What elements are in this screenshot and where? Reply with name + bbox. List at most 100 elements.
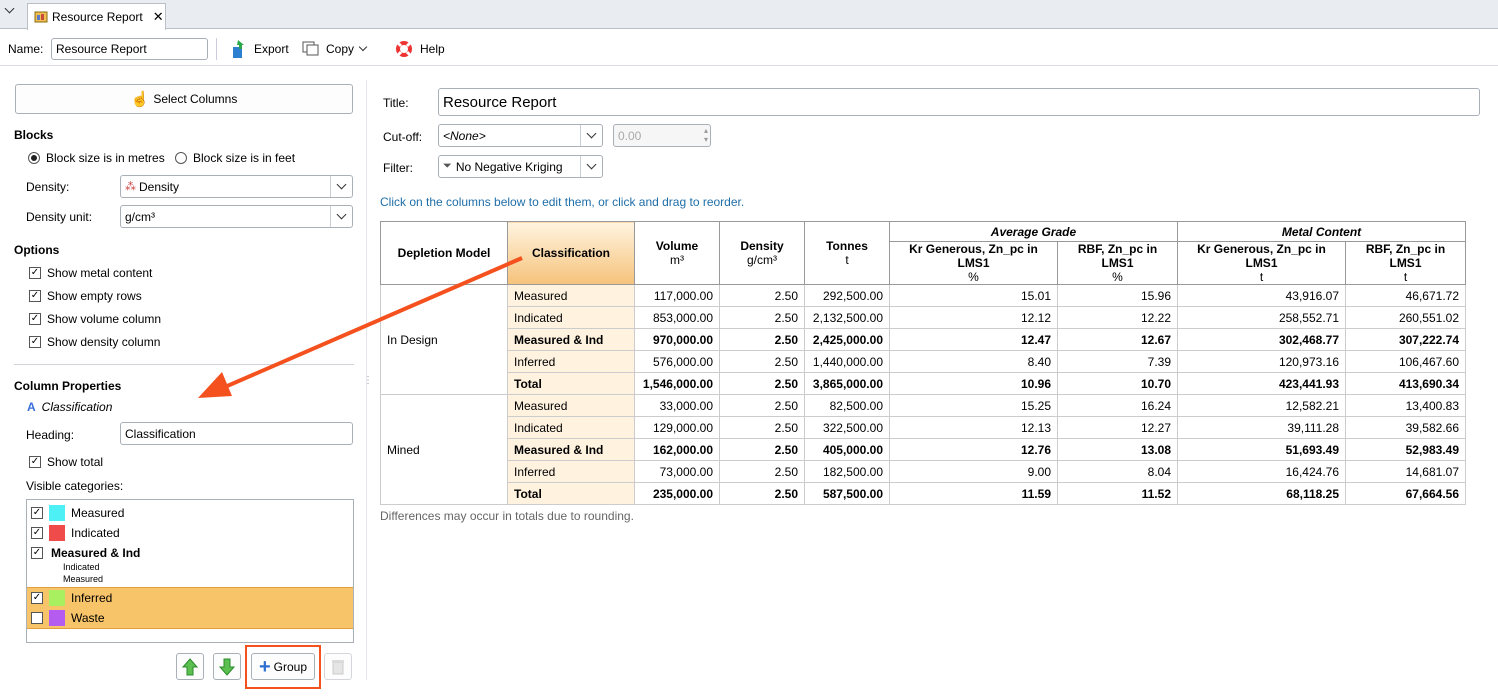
checkbox[interactable]: ✓ [29,313,41,325]
tab-resource-report[interactable]: Resource Report ✕ [27,3,166,30]
option-show-density-column[interactable]: ✓ Show density column [29,335,160,349]
option-show-empty-rows[interactable]: ✓ Show empty rows [29,289,142,303]
select-columns-button[interactable]: ☝ Select Columns [15,84,353,114]
cutoff-select[interactable]: <None> [438,124,603,147]
classification-cell: Measured [507,394,635,417]
categories-list[interactable]: ✓ Measured ✓ Indicated ✓ Measured & Ind … [26,499,354,643]
value-cell: 12.76 [889,438,1058,461]
category-label: Indicated [71,526,120,540]
value-cell: 2.50 [719,372,805,395]
value-cell: 12.22 [1057,306,1178,329]
table-row: Indicated 853,000.00 2.50 2,132,500.00 12.12… [381,306,1466,329]
value-cell: 46,671.72 [1345,284,1466,307]
checkbox[interactable]: ✓ [31,507,43,519]
report-icon [34,11,48,23]
classification-cell: Inferred [507,350,635,373]
name-input[interactable]: Resource Report [51,38,208,60]
delete-button[interactable] [324,653,352,680]
header-density[interactable]: Density g/cm³ [719,221,805,285]
list-item-measured[interactable]: ✓ Measured [31,503,124,523]
value-cell: 117,000.00 [634,284,720,307]
report-table[interactable]: Depletion Model Classification Volume m³ … [380,221,1466,505]
checkbox[interactable]: ✓ [31,592,43,604]
value-cell: 2.50 [719,460,805,483]
list-item-measured-ind-group[interactable]: ✓ Measured & Ind [31,545,140,561]
header-average-grade[interactable]: Average Grade [889,221,1178,242]
header-label: Volume [655,239,699,253]
show-total-label: Show total [47,455,104,469]
chevron-down-icon[interactable] [330,206,352,227]
chevron-down-icon[interactable] [4,3,15,14]
chevron-down-icon[interactable] [330,176,352,197]
chevron-down-icon[interactable] [580,156,602,177]
list-item-indicated[interactable]: ✓ Indicated [31,523,120,543]
cutoff-number-input[interactable]: 0.00 ▴ ▾ [613,124,711,147]
checkbox[interactable]: ✓ [31,527,43,539]
header-metal-content[interactable]: Metal Content [1177,221,1466,242]
table-row: Inferred 73,000.00 2.50 182,500.00 9.00 8.04 1… [381,460,1466,483]
heading-input[interactable]: Classification [120,422,353,445]
option-show-volume-column[interactable]: ✓ Show volume column [29,312,161,326]
depletion-model-cell: In Design [380,284,508,395]
option-label: Show empty rows [47,289,142,303]
chevron-down-icon[interactable] [580,125,602,146]
density-unit-select[interactable]: g/cm³ [120,205,353,228]
move-up-button[interactable] [176,653,204,680]
value-cell: 8.04 [1057,460,1178,483]
move-down-button[interactable] [213,653,241,680]
value-cell: 576,000.00 [634,350,720,373]
header-unit: % [1112,270,1123,284]
header-classification[interactable]: Classification [507,221,635,285]
checkbox[interactable]: ✓ [29,336,41,348]
classification-cell: Total [507,482,635,505]
value-cell: 33,000.00 [634,394,720,417]
value-cell: 2,425,000.00 [804,328,890,351]
value-cell: 52,983.49 [1345,438,1466,461]
list-item-waste[interactable]: Waste [27,608,353,629]
copy-button[interactable]: Copy [302,38,368,60]
title-input[interactable]: Resource Report [438,88,1480,116]
checkbox[interactable]: ✓ [29,267,41,279]
header-tonnes[interactable]: Tonnes t [804,221,890,285]
header-rbf-grade[interactable]: RBF, Zn_pc in LMS1% [1057,241,1178,285]
radio-metres[interactable]: Block size is in metres [28,151,165,165]
checkbox[interactable]: ✓ [29,290,41,302]
table-hint: Click on the columns below to edit them,… [380,195,745,209]
checkbox[interactable] [31,612,43,624]
value-cell: 2.50 [719,416,805,439]
table-row: Total 235,000.00 2.50 587,500.00 11.59 11.52 6… [381,482,1466,505]
spinner-icon[interactable]: ▴ ▾ [704,126,708,144]
value-cell: 16,424.76 [1177,460,1346,483]
close-icon[interactable]: ✕ [153,9,164,25]
header-depletion-model[interactable]: Depletion Model [380,221,508,285]
value-cell: 2.50 [719,438,805,461]
option-show-metal-content[interactable]: ✓ Show metal content [29,266,152,280]
value-cell: 15.25 [889,394,1058,417]
header-kr-generous-metal[interactable]: Kr Generous, Zn_pc in LMS1 t [1177,241,1346,285]
export-button[interactable]: Export [230,38,289,60]
header-unit: g/cm³ [747,253,777,267]
value-cell: 14,681.07 [1345,460,1466,483]
value-cell: 235,000.00 [634,482,720,505]
help-label: Help [420,42,445,56]
splitter-handle[interactable]: ⋮ [363,375,373,386]
help-button[interactable]: Help [394,38,445,60]
radio-button[interactable] [175,152,187,164]
header-volume[interactable]: Volume m³ [634,221,720,285]
checkbox[interactable]: ✓ [31,547,43,559]
radio-button[interactable] [28,152,40,164]
value-cell: 10.70 [1057,372,1178,395]
density-select[interactable]: ⁂ Density [120,175,353,198]
header-label: RBF, Zn_pc in LMS1 [1365,242,1446,270]
value-cell: 73,000.00 [634,460,720,483]
list-item-inferred[interactable]: ✓ Inferred [27,587,353,608]
header-rbf-metal[interactable]: RBF, Zn_pc in LMS1 t [1345,241,1466,285]
group-member: Measured [63,574,104,584]
tab-title: Resource Report [52,10,143,24]
radio-feet[interactable]: Block size is in feet [175,151,295,165]
header-kr-generous-grade[interactable]: Kr Generous, Zn_pc in LMS1% [889,241,1058,285]
group-button[interactable]: + Group [251,653,315,680]
filter-select[interactable]: ⏷ No Negative Kriging [438,155,603,178]
show-total-checkbox[interactable]: ✓ Show total [29,455,103,469]
checkbox[interactable]: ✓ [29,456,41,468]
